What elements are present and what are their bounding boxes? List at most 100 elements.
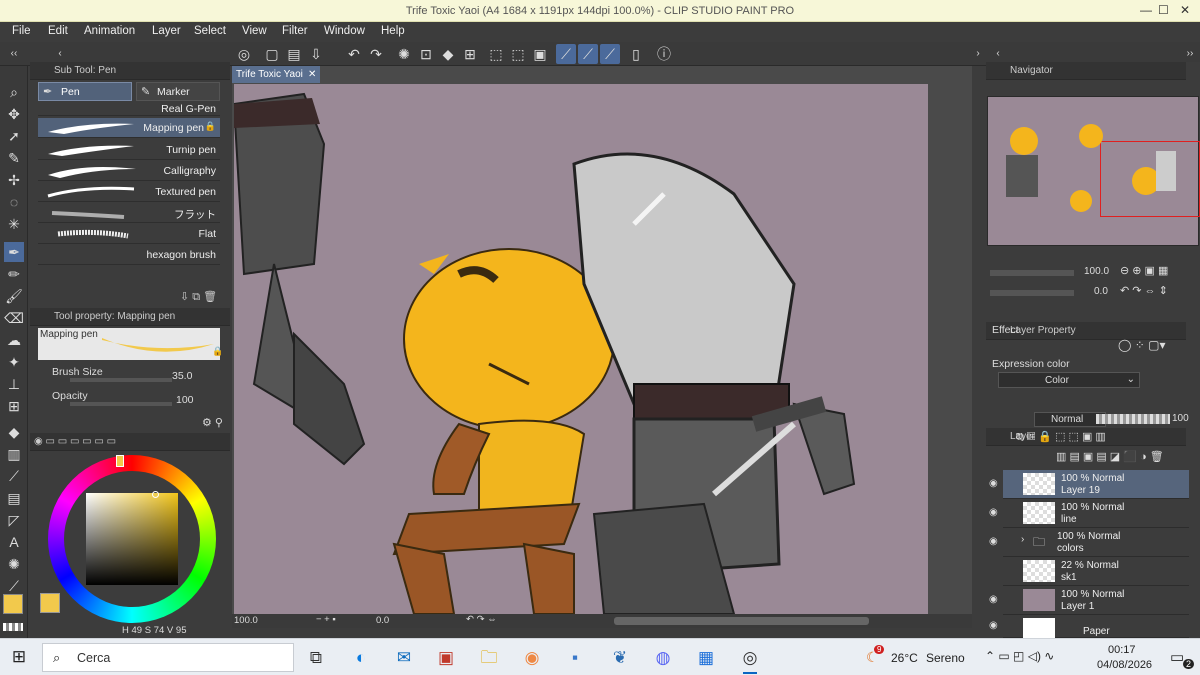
brush-size-value[interactable]: 35.0 (172, 370, 192, 382)
fill-tool-icon[interactable]: ◆ (4, 422, 24, 442)
layer-row-sk1[interactable]: 22 % Normal sk1 (1003, 557, 1189, 586)
smartphone-icon[interactable]: ▯ (626, 44, 646, 64)
task-view-icon[interactable]: ⧉ (303, 647, 329, 669)
brush-calligraphy[interactable]: Calligraphy (38, 161, 220, 181)
tray-icons[interactable]: ⌃ ▭ ◰ ◁) ∿ (985, 649, 1054, 663)
navigator-angle-slider[interactable] (990, 290, 1074, 296)
taskbar-search[interactable]: ⌕ Cerca (42, 643, 294, 672)
frame-tool-icon[interactable]: ▤ (4, 488, 24, 508)
brush-hexagon[interactable]: hexagon brush (38, 245, 220, 265)
menu-edit[interactable]: Edit (48, 25, 68, 37)
menu-view[interactable]: View (242, 25, 267, 37)
lasso-tool-icon[interactable]: ◌ (4, 192, 24, 212)
pencil-tool-icon[interactable]: ✏ (4, 264, 24, 284)
maximize-button[interactable]: ☐ (1158, 3, 1169, 17)
color-panel-tabs-icon[interactable]: ◉ ▭ ▭ ▭ ▭ ▭ ▭ (34, 436, 116, 447)
eye-icon[interactable]: ◉ (989, 507, 998, 518)
menu-file[interactable]: File (12, 25, 31, 37)
menu-window[interactable]: Window (324, 25, 365, 37)
brush-real-g-pen[interactable]: Real G-Pen (38, 102, 220, 116)
panel-expand-right-icon[interactable]: ›› (1180, 44, 1200, 64)
outlook-icon[interactable]: ✉ (391, 647, 417, 669)
snap-ruler-icon[interactable]: ⟋ (556, 44, 576, 64)
brush-flat[interactable]: Flat (38, 224, 220, 244)
subtool-actions-icon[interactable]: ⇩ ⧉ 🗑 (180, 290, 217, 304)
brush-textured-pen[interactable]: Textured pen (38, 182, 220, 202)
eye-icon[interactable]: ◉ (989, 594, 998, 605)
tab-close-icon[interactable]: ✕ (308, 66, 316, 83)
brush-tool-icon[interactable]: 🖌 (4, 286, 24, 306)
navigator-zoom-slider[interactable] (990, 270, 1074, 276)
clock-time[interactable]: 00:17 (1108, 644, 1136, 656)
expression-color-select[interactable]: Color ⌄ (998, 372, 1140, 388)
subtool-group-marker[interactable]: ✎ Marker (136, 82, 220, 101)
new-file-icon[interactable]: ▢ (262, 44, 282, 64)
butterfly-app-icon[interactable]: ❦ (607, 647, 633, 669)
layer-row-colors[interactable]: ◉ › 🗀 100 % Normal colors (989, 528, 1189, 557)
layer-opacity-value[interactable]: 100 (1172, 413, 1189, 424)
operation-tool-icon[interactable]: ➚ (4, 126, 24, 146)
clock-date[interactable]: 04/08/2026 (1097, 659, 1152, 671)
navigator-zoom-value[interactable]: 100.0 (1084, 266, 1109, 277)
panel-expand-icon[interactable]: › (968, 44, 988, 64)
minimize-button[interactable]: — (1140, 3, 1152, 17)
clip-studio-icon[interactable]: ◎ (234, 44, 254, 64)
pen-tool-icon[interactable]: ✒ (4, 242, 24, 262)
eye-icon[interactable]: ◉ (989, 536, 998, 547)
fill-icon[interactable]: ◆ (438, 44, 458, 64)
auto-select-tool-icon[interactable]: ✳ (4, 214, 24, 234)
navigator-zoom-buttons-icon[interactable]: ⊖ ⊕ ▣ ▦ (1120, 264, 1168, 277)
blend-tool-icon[interactable]: ☁ (4, 330, 24, 350)
panel-collapse-right-icon[interactable]: ‹ (988, 44, 1008, 64)
zoom-tool-icon[interactable]: ⌕ (4, 82, 24, 102)
save-icon[interactable]: ⇩ (306, 44, 326, 64)
drawing-canvas[interactable] (234, 84, 928, 614)
navigator-rotate-buttons-icon[interactable]: ↶ ↷ ⇔ ⇕ (1120, 284, 1168, 297)
close-button[interactable]: ✕ (1180, 3, 1190, 17)
text-tool-icon[interactable]: A (4, 532, 24, 552)
menu-layer[interactable]: Layer (152, 25, 181, 37)
loading-icon[interactable]: ✺ (394, 44, 414, 64)
audio-app-icon[interactable]: ▦ (693, 647, 719, 669)
main-color-swatch[interactable] (3, 594, 23, 614)
angle-value[interactable]: 0.0 (376, 615, 389, 626)
saturation-value-square[interactable] (86, 493, 178, 585)
navigator-preview[interactable] (987, 96, 1200, 246)
file-explorer-icon[interactable]: 🗀 (476, 647, 502, 669)
decoration-tool-icon[interactable]: ✦ (4, 352, 24, 372)
panel-collapse-icon[interactable]: ‹‹ (4, 44, 24, 64)
menu-help[interactable]: Help (381, 25, 405, 37)
invert-selection-icon[interactable]: ⬚ (508, 44, 528, 64)
photoshop-icon[interactable]: ▪ (562, 647, 588, 669)
menu-filter[interactable]: Filter (282, 25, 308, 37)
opacity-slider[interactable] (70, 402, 172, 406)
gradient-tool-icon[interactable]: ▥ (4, 444, 24, 464)
windows-start-icon[interactable]: ⊞ (6, 646, 32, 668)
brush-mapping-pen[interactable]: Mapping pen 🔒 (38, 118, 220, 138)
snap-special-ruler-icon[interactable]: ⟋ (578, 44, 598, 64)
effect-buttons-icon[interactable]: ◯ ⁘ ▢▾ (1118, 338, 1166, 352)
layer-row-layer1[interactable]: ◉ 100 % Normal Layer 1 (989, 586, 1189, 615)
panel-collapse-icon-2[interactable]: ‹ (50, 44, 70, 64)
eyedropper-tool-icon[interactable]: ✎ (4, 148, 24, 168)
brush-flat-jp[interactable]: フラット (38, 203, 220, 223)
eye-icon[interactable]: ◉ (989, 620, 998, 631)
transparent-color-swatch[interactable] (3, 623, 23, 631)
transform-icon[interactable]: ⊞ (460, 44, 480, 64)
settings-icon[interactable]: ⚙ ⚲ (202, 416, 223, 429)
main-color-box[interactable] (40, 593, 60, 613)
menu-animation[interactable]: Animation (84, 25, 135, 37)
eye-icon[interactable]: ◉ (989, 478, 998, 489)
snap-grid-icon[interactable]: ⟋ (600, 44, 620, 64)
balloon-tool-icon[interactable]: ✺ (4, 554, 24, 574)
zoom-buttons-icon[interactable]: − + ▪ (316, 614, 336, 625)
layer-opacity-slider[interactable] (1096, 414, 1170, 424)
brush-size-slider[interactable] (70, 378, 172, 382)
layer-row-layer19[interactable]: ◉ 100 % Normal Layer 19 (989, 470, 1189, 499)
weather-temp[interactable]: 26°C (891, 651, 918, 665)
menu-select[interactable]: Select (194, 25, 226, 37)
folder-expand-icon[interactable]: › (1021, 534, 1024, 545)
clip-studio-taskbar-icon[interactable]: ◎ (737, 647, 763, 669)
document-tab[interactable]: Trife Toxic Yaoi ✕ (232, 66, 320, 83)
chrome-icon[interactable]: ◉ (519, 647, 545, 669)
